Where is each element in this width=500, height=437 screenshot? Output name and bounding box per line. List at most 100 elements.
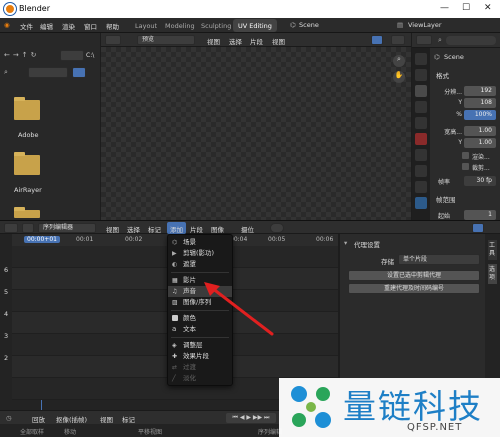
add-adjustment-layer-item[interactable]: ◈ 调整层 bbox=[168, 340, 232, 351]
overlay-toggle[interactable] bbox=[371, 35, 383, 45]
path-field[interactable]: C:\ bbox=[86, 52, 94, 59]
tool-tab-icon[interactable] bbox=[415, 53, 427, 65]
preview-menu-select[interactable]: 选择 bbox=[229, 36, 242, 46]
view-layer-name[interactable]: ViewLayer bbox=[408, 21, 442, 29]
sequencer-mode-dropdown[interactable]: 序列编辑器 bbox=[38, 223, 96, 233]
collection-tab-icon[interactable] bbox=[415, 149, 427, 161]
object-tab-icon[interactable] bbox=[415, 181, 427, 193]
resolution-y-label: Y bbox=[458, 99, 462, 106]
zoom-icon[interactable]: ⌕ bbox=[393, 55, 405, 67]
frame-start-field[interactable]: 1 bbox=[464, 210, 496, 220]
keying-menu[interactable]: 抠像(插帧) bbox=[56, 414, 87, 424]
storage-dropdown[interactable]: 单个片段 bbox=[398, 254, 480, 265]
scene-tab-icon[interactable] bbox=[415, 117, 427, 129]
format-section-title[interactable]: 格式 bbox=[436, 70, 449, 80]
scene-name[interactable]: Scene bbox=[299, 21, 319, 29]
tab-layout[interactable]: Layout bbox=[130, 19, 162, 32]
menu-file[interactable]: 文件 bbox=[20, 21, 33, 31]
playback-menu[interactable]: 回放 bbox=[32, 414, 45, 424]
properties-search-input[interactable] bbox=[446, 36, 496, 45]
seq-menu-strip[interactable]: 片段 bbox=[190, 224, 203, 234]
annotation-arrow-icon bbox=[204, 282, 274, 336]
time-tick: 00:06 bbox=[316, 236, 334, 243]
proxy-panel-title[interactable]: 代理设置 bbox=[354, 239, 380, 249]
display-mode-buttons[interactable] bbox=[28, 67, 68, 78]
search-icon[interactable]: ⌕ bbox=[4, 68, 8, 77]
search-icon[interactable]: ⌕ bbox=[438, 36, 442, 45]
seq-menu-view[interactable]: 视图 bbox=[106, 224, 119, 234]
preview-menu-view2[interactable]: 视图 bbox=[272, 36, 285, 46]
minimize-button[interactable]: — bbox=[440, 3, 449, 13]
fps-dropdown[interactable]: 30 fp bbox=[464, 176, 496, 186]
playback-controls[interactable]: ⏮ ◀ ▶ ▶▶ ⏭ bbox=[226, 413, 276, 423]
world-tab-icon[interactable] bbox=[415, 133, 427, 145]
chevron-down-icon[interactable]: ▾ bbox=[344, 239, 347, 247]
rebuild-proxy-button[interactable]: 重建代理及时间码编号 bbox=[348, 283, 480, 294]
current-time-indicator[interactable]: 00:00+01 bbox=[24, 236, 60, 243]
folder-name[interactable]: Adobe bbox=[18, 131, 39, 139]
aspect-y-label: Y bbox=[458, 139, 462, 146]
add-clip-item[interactable]: ▶ 剪辑(影功) bbox=[168, 248, 232, 259]
preview-canvas[interactable]: ⌕ ✋ bbox=[101, 47, 411, 220]
crop-checkbox[interactable] bbox=[462, 163, 469, 170]
render-region-checkbox[interactable] bbox=[462, 152, 469, 159]
folder-icon[interactable] bbox=[14, 207, 40, 218]
pan-hand-icon[interactable]: ✋ bbox=[393, 71, 405, 83]
add-effect-strip-item[interactable]: ✚ 效果片段 bbox=[168, 351, 232, 362]
resolution-percent-field[interactable]: 100% bbox=[464, 110, 496, 120]
aspect-x-field[interactable]: 1.00 bbox=[464, 126, 496, 136]
footer-view-menu[interactable]: 视图 bbox=[100, 414, 113, 424]
overlay-toggle[interactable] bbox=[472, 223, 484, 233]
nav-arrows-icon[interactable]: ←→↑↻ bbox=[4, 51, 39, 59]
tab-uv-editing[interactable]: UV Editing bbox=[233, 19, 277, 32]
output-tab-icon[interactable] bbox=[415, 85, 427, 97]
proportional-icon[interactable] bbox=[270, 223, 284, 233]
menu-render[interactable]: 渲染 bbox=[62, 21, 75, 31]
clock-icon[interactable]: ◷ bbox=[6, 414, 12, 422]
time-tick: 00:02 bbox=[125, 236, 143, 243]
folder-icon[interactable] bbox=[14, 97, 40, 120]
add-scene-item[interactable]: ⌬ 场景 bbox=[168, 237, 232, 248]
blender-menu-icon[interactable]: ◉ bbox=[4, 21, 10, 29]
seq-menu-image[interactable]: 图像 bbox=[211, 224, 224, 234]
storage-label: 存储 bbox=[381, 258, 394, 266]
preview-menu-view[interactable]: 视图 bbox=[207, 36, 220, 46]
gizmo-toggle[interactable] bbox=[391, 35, 405, 45]
new-folder-button[interactable] bbox=[60, 50, 84, 61]
menu-help[interactable]: 帮助 bbox=[106, 21, 119, 31]
seq-menu-add[interactable]: 添加 bbox=[167, 222, 186, 234]
texture-tab-icon[interactable] bbox=[415, 165, 427, 177]
preview-dropdown[interactable]: 预览 bbox=[137, 35, 195, 45]
folder-icon[interactable] bbox=[14, 152, 40, 175]
add-mask-item[interactable]: ◐ 遮罩 bbox=[168, 259, 232, 270]
seq-menu-select[interactable]: 选择 bbox=[127, 224, 140, 234]
tab-options[interactable]: 选项 bbox=[488, 264, 497, 284]
editor-type-button[interactable] bbox=[105, 35, 121, 45]
resolution-y-field[interactable]: 108 bbox=[464, 98, 496, 108]
menu-window[interactable]: 窗口 bbox=[84, 21, 97, 31]
preview-menu-strip[interactable]: 片段 bbox=[250, 36, 263, 46]
frame-range-section-title[interactable]: 帧范围 bbox=[436, 194, 456, 204]
snapping-dropdown[interactable]: 摄位 bbox=[241, 224, 254, 234]
editor-type-button[interactable] bbox=[416, 35, 432, 45]
resolution-x-field[interactable]: 192 bbox=[464, 86, 496, 96]
tab-tool[interactable]: 工具 bbox=[488, 240, 497, 260]
film-icon: ▦ bbox=[172, 277, 178, 284]
aspect-y-field[interactable]: 1.00 bbox=[464, 138, 496, 148]
view-layer-tab-icon[interactable] bbox=[415, 101, 427, 113]
close-button[interactable]: ✕ bbox=[484, 3, 492, 13]
folder-name[interactable]: AirRayer bbox=[14, 186, 42, 194]
modifier-tab-icon[interactable] bbox=[415, 197, 427, 209]
set-proxy-button[interactable]: 设置已选中剪辑代理 bbox=[348, 270, 480, 281]
tab-modeling[interactable]: Modeling bbox=[160, 19, 200, 32]
seq-menu-marker[interactable]: 标记 bbox=[148, 224, 161, 234]
editor-type-button[interactable] bbox=[4, 223, 18, 233]
footer-marker-menu[interactable]: 标记 bbox=[122, 414, 135, 424]
fade-icon: ╱ bbox=[172, 375, 176, 382]
menu-edit[interactable]: 编辑 bbox=[40, 21, 53, 31]
filter-icon[interactable] bbox=[72, 67, 86, 78]
maximize-button[interactable]: ☐ bbox=[462, 3, 470, 13]
render-tab-icon[interactable] bbox=[415, 69, 427, 81]
tab-sculpting[interactable]: Sculpting bbox=[196, 19, 236, 32]
view-type-icon[interactable] bbox=[22, 223, 34, 233]
